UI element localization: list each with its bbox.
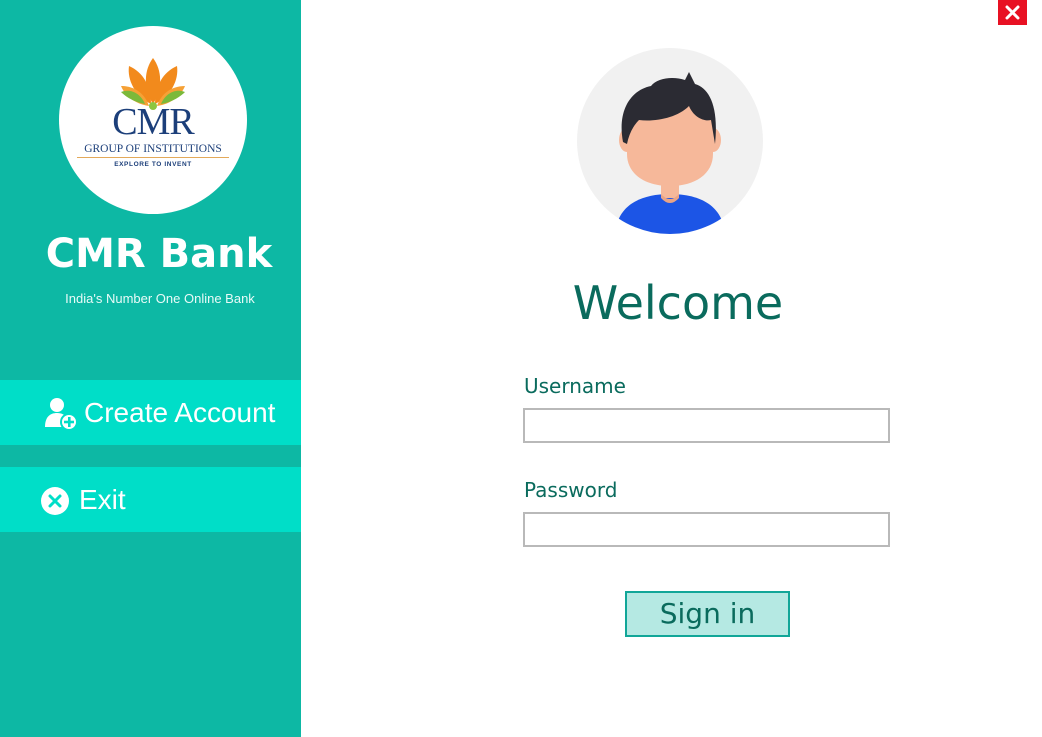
password-input[interactable]	[523, 512, 890, 547]
close-circle-icon	[40, 486, 70, 521]
bank-name: CMR Bank	[45, 231, 273, 277]
exit-label: Exit	[79, 484, 126, 515]
logo-divider	[77, 157, 229, 158]
sign-in-button[interactable]: Sign in	[625, 591, 790, 637]
window-close-button[interactable]	[998, 0, 1027, 25]
create-account-button[interactable]: Create Account	[0, 380, 301, 445]
add-user-icon	[44, 397, 80, 436]
create-account-label: Create Account	[84, 397, 276, 428]
username-input[interactable]	[523, 408, 890, 443]
welcome-title: Welcome	[572, 276, 784, 330]
logo-tagline: EXPLORE TO INVENT	[114, 161, 192, 168]
cmr-logo: CMR GROUP OF INSTITUTIONS EXPLORE TO INV…	[59, 26, 247, 214]
username-label: Username	[524, 374, 626, 398]
sidebar: CMR GROUP OF INSTITUTIONS EXPLORE TO INV…	[0, 0, 301, 737]
user-avatar-icon	[577, 48, 763, 234]
exit-button[interactable]: Exit	[0, 467, 301, 532]
close-icon	[1005, 5, 1020, 20]
bank-tagline: India's Number One Online Bank	[65, 291, 255, 306]
password-label: Password	[524, 478, 618, 502]
logo-text: CMR	[112, 101, 194, 143]
logo-subtitle: GROUP OF INSTITUTIONS	[84, 143, 222, 155]
